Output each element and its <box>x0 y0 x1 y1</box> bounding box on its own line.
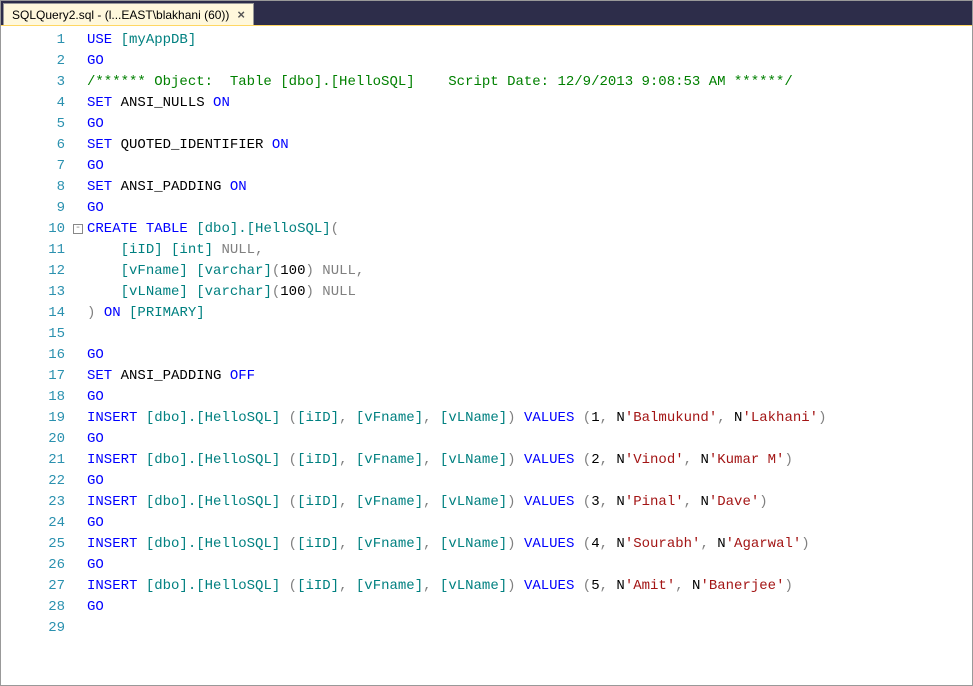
line-number: 1 <box>1 30 65 51</box>
line-number: 24 <box>1 513 65 534</box>
code-line[interactable]: CREATE TABLE [dbo].[HelloSQL]( <box>87 219 972 240</box>
line-number: 2 <box>1 51 65 72</box>
line-number: 7 <box>1 156 65 177</box>
line-number-gutter: 1234567891011121314151617181920212223242… <box>1 26 73 685</box>
code-line[interactable]: GO <box>87 198 972 219</box>
tab-bar: SQLQuery2.sql - (l...EAST\blakhani (60))… <box>1 1 972 25</box>
tab-label: SQLQuery2.sql - (l...EAST\blakhani (60)) <box>12 8 229 22</box>
code-line[interactable] <box>87 324 972 345</box>
line-number: 29 <box>1 618 65 639</box>
line-number: 3 <box>1 72 65 93</box>
line-number: 5 <box>1 114 65 135</box>
code-line[interactable]: USE [myAppDB] <box>87 30 972 51</box>
line-number: 9 <box>1 198 65 219</box>
code-line[interactable]: GO <box>87 471 972 492</box>
code-editor[interactable]: 1234567891011121314151617181920212223242… <box>1 25 972 685</box>
code-line[interactable]: GO <box>87 555 972 576</box>
close-icon[interactable]: × <box>237 7 245 22</box>
code-line[interactable]: [vLName] [varchar](100) NULL <box>87 282 972 303</box>
code-line[interactable]: INSERT [dbo].[HelloSQL] ([iID], [vFname]… <box>87 576 972 597</box>
line-number: 26 <box>1 555 65 576</box>
line-number: 22 <box>1 471 65 492</box>
fold-toggle-icon[interactable]: - <box>73 224 83 234</box>
code-line[interactable]: INSERT [dbo].[HelloSQL] ([iID], [vFname]… <box>87 450 972 471</box>
code-line[interactable]: GO <box>87 513 972 534</box>
code-line[interactable]: GO <box>87 429 972 450</box>
line-number: 28 <box>1 597 65 618</box>
line-number: 8 <box>1 177 65 198</box>
code-line[interactable]: GO <box>87 345 972 366</box>
code-line[interactable]: SET QUOTED_IDENTIFIER ON <box>87 135 972 156</box>
line-number: 16 <box>1 345 65 366</box>
line-number: 15 <box>1 324 65 345</box>
code-line[interactable]: INSERT [dbo].[HelloSQL] ([iID], [vFname]… <box>87 408 972 429</box>
code-line[interactable]: GO <box>87 51 972 72</box>
code-line[interactable]: [iID] [int] NULL, <box>87 240 972 261</box>
line-number: 14 <box>1 303 65 324</box>
code-line[interactable]: [vFname] [varchar](100) NULL, <box>87 261 972 282</box>
code-line[interactable]: GO <box>87 597 972 618</box>
line-number: 4 <box>1 93 65 114</box>
line-number: 19 <box>1 408 65 429</box>
code-line[interactable]: INSERT [dbo].[HelloSQL] ([iID], [vFname]… <box>87 534 972 555</box>
code-line[interactable]: ) ON [PRIMARY] <box>87 303 972 324</box>
code-line[interactable]: INSERT [dbo].[HelloSQL] ([iID], [vFname]… <box>87 492 972 513</box>
tab-active[interactable]: SQLQuery2.sql - (l...EAST\blakhani (60))… <box>3 3 254 25</box>
line-number: 27 <box>1 576 65 597</box>
line-number: 20 <box>1 429 65 450</box>
line-number: 12 <box>1 261 65 282</box>
line-number: 6 <box>1 135 65 156</box>
line-number: 17 <box>1 366 65 387</box>
code-line[interactable]: SET ANSI_NULLS ON <box>87 93 972 114</box>
line-number: 10 <box>1 219 65 240</box>
fold-column: - <box>73 26 87 685</box>
code-line[interactable] <box>87 618 972 639</box>
code-area[interactable]: USE [myAppDB]GO/****** Object: Table [db… <box>87 26 972 685</box>
code-line[interactable]: GO <box>87 387 972 408</box>
line-number: 11 <box>1 240 65 261</box>
code-line[interactable]: GO <box>87 114 972 135</box>
line-number: 21 <box>1 450 65 471</box>
line-number: 13 <box>1 282 65 303</box>
code-line[interactable]: SET ANSI_PADDING OFF <box>87 366 972 387</box>
line-number: 23 <box>1 492 65 513</box>
code-line[interactable]: GO <box>87 156 972 177</box>
code-line[interactable]: SET ANSI_PADDING ON <box>87 177 972 198</box>
line-number: 25 <box>1 534 65 555</box>
code-line[interactable]: /****** Object: Table [dbo].[HelloSQL] S… <box>87 72 972 93</box>
line-number: 18 <box>1 387 65 408</box>
